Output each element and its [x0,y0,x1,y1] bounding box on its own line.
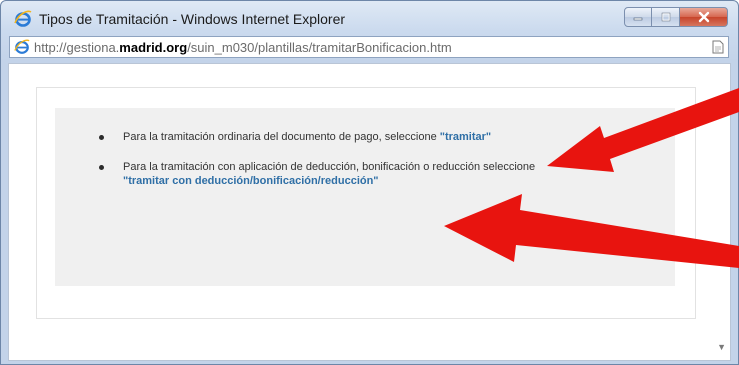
bullet-icon [99,165,104,170]
page-favicon-icon [14,39,30,54]
title-bar[interactable]: Tipos de Tramitación - Windows Internet … [1,1,738,35]
close-button[interactable] [680,7,728,27]
url-path: /suin_m030/plantillas/tramitarBonificaci… [187,40,452,55]
url-domain: madrid.org [119,40,188,55]
page-status-icon [712,40,724,54]
maximize-button[interactable] [652,7,680,27]
window-title: Tipos de Tramitación - Windows Internet … [39,11,346,27]
minimize-icon [633,17,643,21]
ie-popup-window: Tipos de Tramitación - Windows Internet … [0,0,739,365]
item-text: Para la tramitación ordinaria del docume… [123,131,440,143]
internet-explorer-icon [14,10,32,27]
tramitar-link[interactable]: "tramitar" [440,131,491,143]
tramitar-deduccion-link[interactable]: "tramitar con deducción/bonificación/red… [123,175,379,187]
content-frame: Para la tramitación ordinaria del docume… [36,87,696,319]
url-text[interactable]: http://gestiona.madrid.org/suin_m030/pla… [34,40,452,55]
url-prefix: http://gestiona. [34,40,120,55]
caption-buttons [624,7,728,27]
list-item-deduction: Para la tramitación con aplicación de de… [99,160,659,188]
scroll-down-icon[interactable]: ▼ [717,342,726,352]
options-list: Para la tramitación ordinaria del docume… [99,130,659,204]
options-panel: Para la tramitación ordinaria del docume… [55,108,675,286]
page-content: Para la tramitación ordinaria del docume… [8,63,731,361]
list-item-ordinary: Para la tramitación ordinaria del docume… [99,130,659,144]
item-text: Para la tramitación con aplicación de de… [123,161,536,173]
maximize-icon [661,12,670,22]
bullet-icon [99,135,104,140]
minimize-button[interactable] [624,7,652,27]
address-bar[interactable]: http://gestiona.madrid.org/suin_m030/pla… [9,36,729,58]
close-icon [698,11,709,23]
